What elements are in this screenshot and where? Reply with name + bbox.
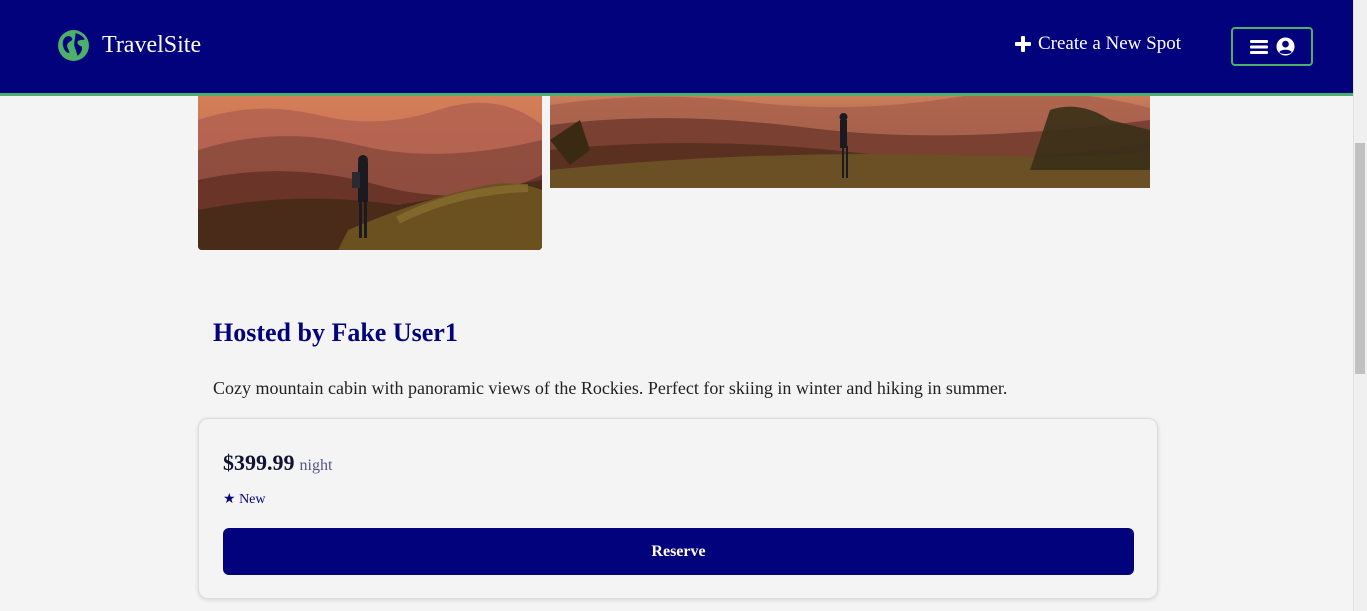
spot-secondary-photo (550, 80, 1150, 188)
spot-description: Cozy mountain cabin with panoramic views… (213, 378, 1008, 398)
hamburger-icon (1249, 39, 1268, 54)
user-circle-icon (1275, 37, 1295, 56)
rating-text: New (239, 492, 266, 507)
site-name: TravelSite (102, 32, 202, 58)
host-title: Hosted by Fake User1 (213, 318, 458, 347)
spot-main-photo (198, 80, 542, 250)
star-icon: ★ (223, 492, 236, 507)
profile-menu-button[interactable] (1231, 27, 1313, 66)
create-spot-label: Create a New Spot (1038, 33, 1181, 54)
create-spot-link[interactable]: Create a New Spot (1014, 33, 1181, 55)
price-unit: night (299, 457, 333, 474)
price-row: $399.99 night (223, 450, 332, 476)
scrollbar-thumb[interactable] (1355, 143, 1365, 374)
booking-card: $399.99 night ★ New Reserve (198, 418, 1158, 599)
globe-icon (58, 30, 89, 61)
reserve-button[interactable]: Reserve (223, 528, 1134, 575)
site-logo[interactable]: TravelSite (57, 29, 201, 62)
top-navbar: TravelSite Create a New Spot (0, 0, 1353, 96)
price-value: $399.99 (223, 450, 295, 475)
rating: ★ New (223, 491, 266, 508)
plus-icon (1015, 36, 1031, 52)
